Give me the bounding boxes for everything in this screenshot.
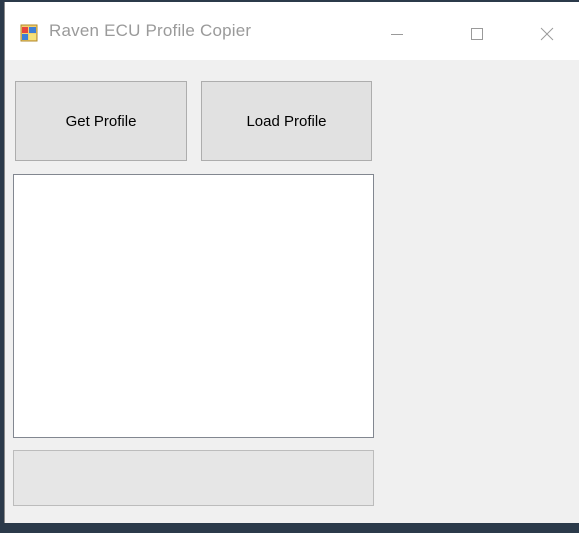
window-title: Raven ECU Profile Copier (49, 21, 252, 40)
close-icon (540, 27, 554, 41)
minimize-button[interactable] (377, 16, 417, 52)
app-icon (20, 24, 38, 42)
load-profile-label: Load Profile (246, 112, 327, 130)
load-profile-button[interactable]: Load Profile (201, 81, 372, 161)
main-window: Raven ECU Profile Copier Get Profile Loa… (4, 2, 579, 523)
minimize-icon (391, 34, 403, 35)
close-button[interactable] (527, 16, 567, 52)
get-profile-button[interactable]: Get Profile (15, 81, 187, 161)
progress-bar (13, 450, 374, 506)
maximize-button[interactable] (457, 16, 497, 52)
get-profile-label: Get Profile (65, 112, 137, 130)
profile-listbox[interactable] (13, 174, 374, 438)
title-bar[interactable]: Raven ECU Profile Copier (5, 2, 579, 60)
maximize-icon (471, 28, 483, 40)
